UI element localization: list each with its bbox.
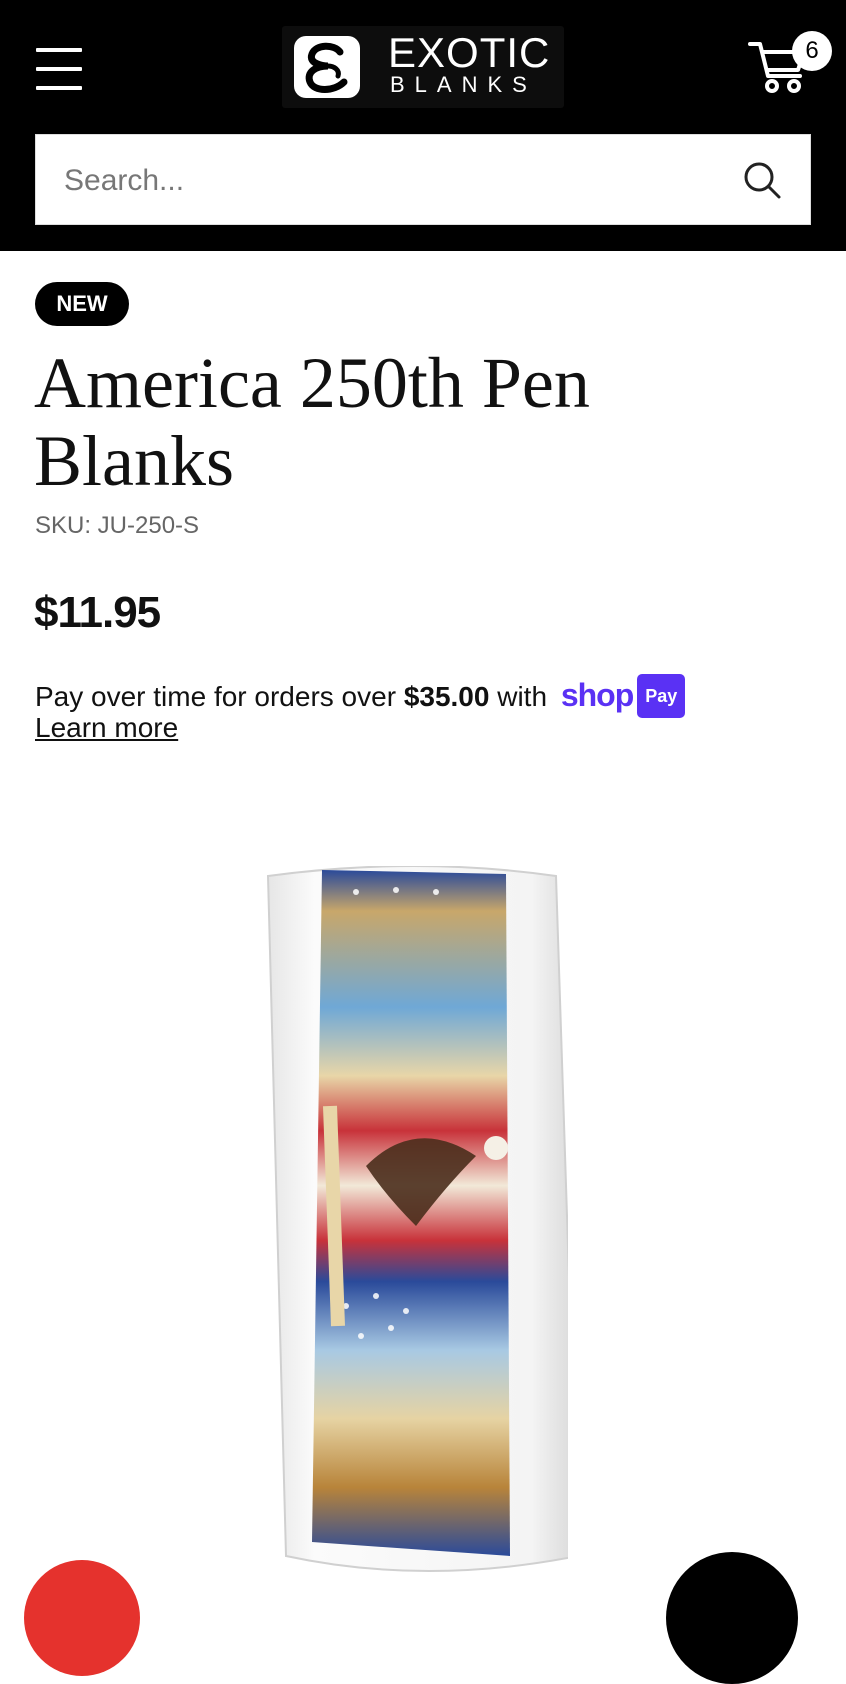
search-icon[interactable] xyxy=(742,160,782,200)
installments-prefix: Pay over time for orders over xyxy=(35,681,397,712)
product-sku: SKU: JU-250-S xyxy=(35,512,200,539)
learn-more-link[interactable]: Learn more xyxy=(35,712,178,744)
exotic-blanks-logo[interactable]: EXOTIC BLANKS xyxy=(282,26,564,108)
site-header: EXOTIC BLANKS 6 xyxy=(0,0,846,251)
logo-text-secondary: BLANKS xyxy=(390,72,537,97)
product-title: America 250th Pen Blanks xyxy=(34,343,590,501)
product-price: $11.95 xyxy=(34,588,161,637)
search-bar xyxy=(35,134,811,226)
floating-action-button[interactable] xyxy=(24,1560,140,1676)
product-image[interactable] xyxy=(266,865,580,1600)
new-badge: NEW xyxy=(35,282,129,326)
shop-pay-logo: shop xyxy=(560,677,634,713)
logo-text-primary: EXOTIC xyxy=(388,29,551,76)
chat-widget-icon[interactable] xyxy=(666,1552,798,1684)
search-input[interactable] xyxy=(62,135,706,226)
installments-with: with xyxy=(497,681,548,712)
shop-pay-pill: Pay xyxy=(637,674,686,718)
cart-count-badge: 6 xyxy=(792,31,832,71)
logo-mark-icon xyxy=(294,36,360,98)
hamburger-menu-icon[interactable] xyxy=(36,48,82,90)
installments-amount: $35.00 xyxy=(403,681,490,712)
